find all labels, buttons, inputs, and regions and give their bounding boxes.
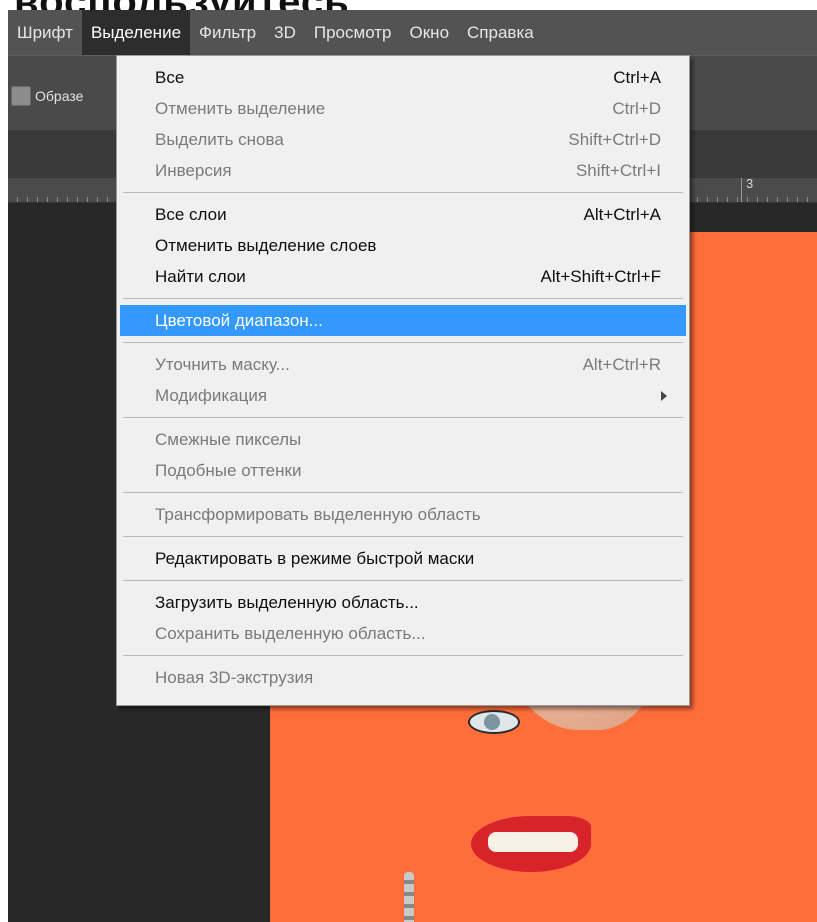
dropdown-item-label: Уточнить маску... bbox=[155, 355, 290, 374]
menu-item-4[interactable]: Просмотр bbox=[305, 10, 401, 55]
dropdown-item[interactable]: Редактировать в режиме быстрой маски bbox=[117, 543, 689, 574]
dropdown-item-label: Найти слои bbox=[155, 267, 246, 286]
menu-separator bbox=[123, 580, 683, 581]
dropdown-item: Отменить выделение Ctrl+D bbox=[117, 93, 689, 124]
dropdown-item: Уточнить маску... Alt+Ctrl+R bbox=[117, 349, 689, 380]
sample-checkbox-label: Образе bbox=[35, 88, 84, 104]
photo-iris bbox=[484, 714, 500, 730]
menu-item-3[interactable]: 3D bbox=[265, 10, 305, 55]
submenu-arrow-icon bbox=[661, 391, 667, 401]
dropdown-item-label: Редактировать в режиме быстрой маски bbox=[155, 549, 475, 568]
dropdown-item-label: Отменить выделение bbox=[155, 99, 326, 118]
dropdown-item[interactable]: Все Ctrl+A bbox=[117, 62, 689, 93]
ruler-number: 3 bbox=[746, 176, 754, 191]
menu-separator bbox=[123, 417, 683, 418]
dropdown-item: Выделить снова Shift+Ctrl+D bbox=[117, 124, 689, 155]
menu-item-2[interactable]: Фильтр bbox=[190, 10, 265, 55]
dropdown-item-label: Отменить выделение слоев bbox=[155, 236, 377, 255]
menu-separator bbox=[123, 192, 683, 193]
menu-separator bbox=[123, 536, 683, 537]
dropdown-item-label: Смежные пикселы bbox=[155, 430, 302, 449]
menu-item-1[interactable]: Выделение bbox=[81, 10, 191, 55]
dropdown-item[interactable]: Цветовой диапазон... bbox=[120, 305, 686, 336]
dropdown-item: Смежные пикселы bbox=[117, 424, 689, 455]
dropdown-item[interactable]: Все слои Alt+Ctrl+A bbox=[117, 199, 689, 230]
photo-eye bbox=[468, 710, 520, 734]
photoshop-window: Шрифт Выделение Фильтр 3D Просмотр Окно Справк… bbox=[8, 10, 817, 922]
photo-teeth bbox=[488, 832, 578, 852]
dropdown-item-shortcut: Shift+Ctrl+D bbox=[568, 130, 661, 149]
dropdown-item[interactable]: Загрузить выделенную область... bbox=[117, 587, 689, 618]
dropdown-item-shortcut: Ctrl+D bbox=[612, 99, 661, 118]
photo-earring bbox=[404, 872, 414, 922]
menu-bar: Шрифт Выделение Фильтр 3D Просмотр Окно Справк… bbox=[8, 10, 817, 55]
dropdown-item-label: Трансформировать выделенную область bbox=[155, 505, 481, 524]
dropdown-item: Сохранить выделенную область... bbox=[117, 618, 689, 649]
dropdown-item-shortcut: Ctrl+A bbox=[613, 68, 661, 87]
menu-separator bbox=[123, 492, 683, 493]
menu-separator bbox=[123, 298, 683, 299]
dropdown-item: Подобные оттенки bbox=[117, 455, 689, 486]
dropdown-item-label: Модификация bbox=[155, 386, 268, 405]
menu-item-0[interactable]: Шрифт bbox=[8, 10, 82, 55]
dropdown-item-shortcut: Alt+Shift+Ctrl+F bbox=[540, 267, 661, 286]
dropdown-item: Инверсия Shift+Ctrl+I bbox=[117, 155, 689, 186]
dropdown-item-label: Все bbox=[155, 68, 185, 87]
select-menu-dropdown: Все Ctrl+A Отменить выделение Ctrl+D Выделит… bbox=[116, 55, 690, 706]
dropdown-item-shortcut: Alt+Ctrl+R bbox=[582, 355, 661, 374]
dropdown-item-label: Выделить снова bbox=[155, 130, 284, 149]
dropdown-item-label: Подобные оттенки bbox=[155, 461, 302, 480]
dropdown-item: Трансформировать выделенную область bbox=[117, 499, 689, 530]
ruler-major-tick bbox=[741, 178, 742, 202]
menu-item-6[interactable]: Справка bbox=[458, 10, 543, 55]
dropdown-item-shortcut: Alt+Ctrl+A bbox=[583, 205, 661, 224]
dropdown-item: Модификация bbox=[117, 380, 689, 411]
dropdown-item-label: Сохранить выделенную область... bbox=[155, 624, 426, 643]
dropdown-item-label: Новая 3D-экструзия bbox=[155, 668, 314, 687]
dropdown-item-label: Цветовой диапазон... bbox=[155, 311, 323, 330]
dropdown-item[interactable]: Отменить выделение слоев bbox=[117, 230, 689, 261]
dropdown-item-label: Загрузить выделенную область... bbox=[155, 593, 419, 612]
dropdown-item-label: Все слои bbox=[155, 205, 227, 224]
menu-separator bbox=[123, 342, 683, 343]
dropdown-item-shortcut: Shift+Ctrl+I bbox=[575, 161, 661, 180]
dropdown-item-label: Инверсия bbox=[155, 161, 232, 180]
menu-item-5[interactable]: Окно bbox=[401, 10, 459, 55]
dropdown-item: Новая 3D-экструзия bbox=[117, 662, 689, 693]
dropdown-item[interactable]: Найти слои Alt+Shift+Ctrl+F bbox=[117, 261, 689, 292]
menu-separator bbox=[123, 655, 683, 656]
sample-checkbox[interactable] bbox=[11, 86, 31, 106]
